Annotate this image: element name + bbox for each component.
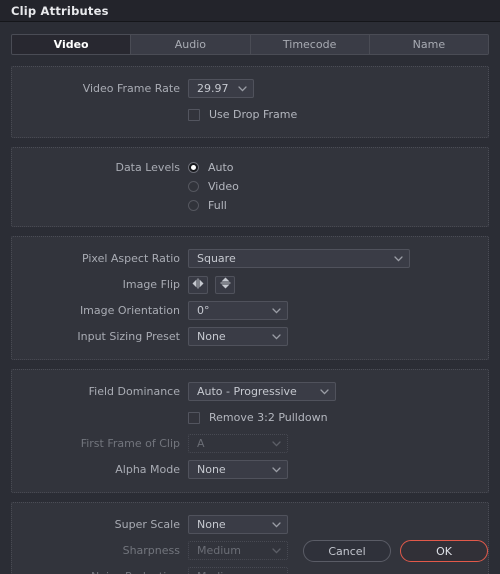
window-titlebar: Clip Attributes bbox=[0, 0, 500, 22]
radio-row-auto[interactable]: Data Levels Auto bbox=[12, 158, 488, 177]
dialog-footer: Cancel OK bbox=[0, 528, 500, 574]
row-field-dominance: Field Dominance Auto - Progressive bbox=[12, 381, 488, 402]
chevron-down-icon bbox=[236, 85, 249, 92]
row-alpha-mode: Alpha Mode None bbox=[12, 459, 488, 480]
tab-audio-label: Audio bbox=[174, 38, 206, 51]
alpha-mode-dropdown[interactable]: None bbox=[188, 460, 288, 479]
data-levels-radio-full[interactable] bbox=[188, 200, 199, 211]
alpha-mode-label: Alpha Mode bbox=[115, 463, 180, 476]
video-frame-rate-label: Video Frame Rate bbox=[82, 82, 180, 95]
row-first-frame-of-clip: First Frame of Clip A bbox=[12, 433, 488, 454]
flip-horizontal-button[interactable] bbox=[188, 275, 208, 294]
data-levels-radio-auto[interactable] bbox=[188, 162, 199, 173]
image-flip-buttons bbox=[188, 275, 235, 294]
chevron-down-icon bbox=[392, 255, 405, 262]
remove-pulldown-label: Remove 3:2 Pulldown bbox=[209, 411, 328, 424]
row-image-orientation: Image Orientation 0° bbox=[12, 300, 488, 321]
panel-frame-rate: Video Frame Rate 29.97 Use Drop Frame bbox=[11, 66, 489, 138]
use-drop-frame-label: Use Drop Frame bbox=[209, 108, 298, 121]
image-flip-label: Image Flip bbox=[122, 278, 180, 291]
field-dominance-value: Auto - Progressive bbox=[197, 385, 297, 398]
panel-image: Pixel Aspect Ratio Square Image Flip Ima… bbox=[11, 236, 489, 360]
input-sizing-preset-value: None bbox=[197, 330, 226, 343]
radio-row-full[interactable]: Full bbox=[12, 196, 488, 215]
radio-row-video[interactable]: Video bbox=[12, 177, 488, 196]
chevron-down-icon bbox=[270, 440, 283, 447]
dialog-content: Video Frame Rate 29.97 Use Drop Frame Da… bbox=[0, 66, 500, 574]
pixel-aspect-ratio-label: Pixel Aspect Ratio bbox=[81, 252, 180, 265]
chevron-down-icon bbox=[270, 466, 283, 473]
chevron-down-icon bbox=[270, 333, 283, 340]
image-orientation-label: Image Orientation bbox=[79, 304, 180, 317]
data-levels-option-full-label: Full bbox=[208, 199, 227, 212]
tab-timecode[interactable]: Timecode bbox=[250, 35, 370, 54]
field-dominance-dropdown[interactable]: Auto - Progressive bbox=[188, 382, 336, 401]
panel-field-dominance: Field Dominance Auto - Progressive Remov… bbox=[11, 369, 489, 493]
data-levels-radio-group: Data Levels Auto Video Full bbox=[12, 158, 488, 215]
first-frame-of-clip-label: First Frame of Clip bbox=[80, 437, 180, 450]
image-orientation-dropdown[interactable]: 0° bbox=[188, 301, 288, 320]
pixel-aspect-ratio-value: Square bbox=[197, 252, 236, 265]
flip-vertical-icon bbox=[220, 276, 231, 293]
chevron-down-icon bbox=[318, 388, 331, 395]
row-pixel-aspect-ratio: Pixel Aspect Ratio Square bbox=[12, 248, 488, 269]
flip-horizontal-icon bbox=[191, 278, 205, 292]
alpha-mode-value: None bbox=[197, 463, 226, 476]
ok-button[interactable]: OK bbox=[400, 540, 488, 562]
data-levels-option-video-label: Video bbox=[208, 180, 239, 193]
chevron-down-icon bbox=[270, 307, 283, 314]
video-frame-rate-dropdown[interactable]: 29.97 bbox=[188, 79, 254, 98]
data-levels-label: Data Levels bbox=[115, 161, 180, 174]
remove-pulldown-checkbox[interactable] bbox=[188, 411, 200, 424]
row-remove-pulldown: Remove 3:2 Pulldown bbox=[12, 407, 488, 428]
panel-data-levels: Data Levels Auto Video Full bbox=[11, 147, 489, 227]
tab-video-label: Video bbox=[53, 38, 89, 51]
tab-name-label: Name bbox=[412, 38, 446, 51]
tab-audio[interactable]: Audio bbox=[131, 35, 251, 54]
ok-button-label: OK bbox=[436, 544, 452, 558]
row-video-frame-rate: Video Frame Rate 29.97 bbox=[12, 78, 488, 99]
first-frame-of-clip-value: A bbox=[197, 437, 205, 450]
window-title: Clip Attributes bbox=[11, 3, 109, 18]
row-image-flip: Image Flip bbox=[12, 274, 488, 295]
data-levels-option-auto-label: Auto bbox=[208, 161, 234, 174]
image-orientation-value: 0° bbox=[197, 304, 210, 317]
row-use-drop-frame: Use Drop Frame bbox=[12, 104, 488, 125]
use-drop-frame-checkbox[interactable] bbox=[188, 108, 200, 121]
data-levels-radio-video[interactable] bbox=[188, 181, 199, 192]
cancel-button[interactable]: Cancel bbox=[303, 540, 391, 562]
field-dominance-label: Field Dominance bbox=[88, 385, 180, 398]
video-frame-rate-value: 29.97 bbox=[197, 82, 229, 95]
chevron-down-icon bbox=[270, 521, 283, 528]
first-frame-of-clip-dropdown: A bbox=[188, 434, 288, 453]
flip-vertical-button[interactable] bbox=[215, 275, 235, 294]
input-sizing-preset-dropdown[interactable]: None bbox=[188, 327, 288, 346]
tab-video[interactable]: Video bbox=[12, 35, 132, 54]
tab-name[interactable]: Name bbox=[369, 35, 488, 54]
input-sizing-preset-label: Input Sizing Preset bbox=[77, 330, 180, 343]
pixel-aspect-ratio-dropdown[interactable]: Square bbox=[188, 249, 410, 268]
tab-timecode-label: Timecode bbox=[282, 38, 337, 51]
tab-bar: Video Audio Timecode Name bbox=[11, 34, 489, 55]
cancel-button-label: Cancel bbox=[328, 544, 366, 558]
row-input-sizing-preset: Input Sizing Preset None bbox=[12, 326, 488, 347]
